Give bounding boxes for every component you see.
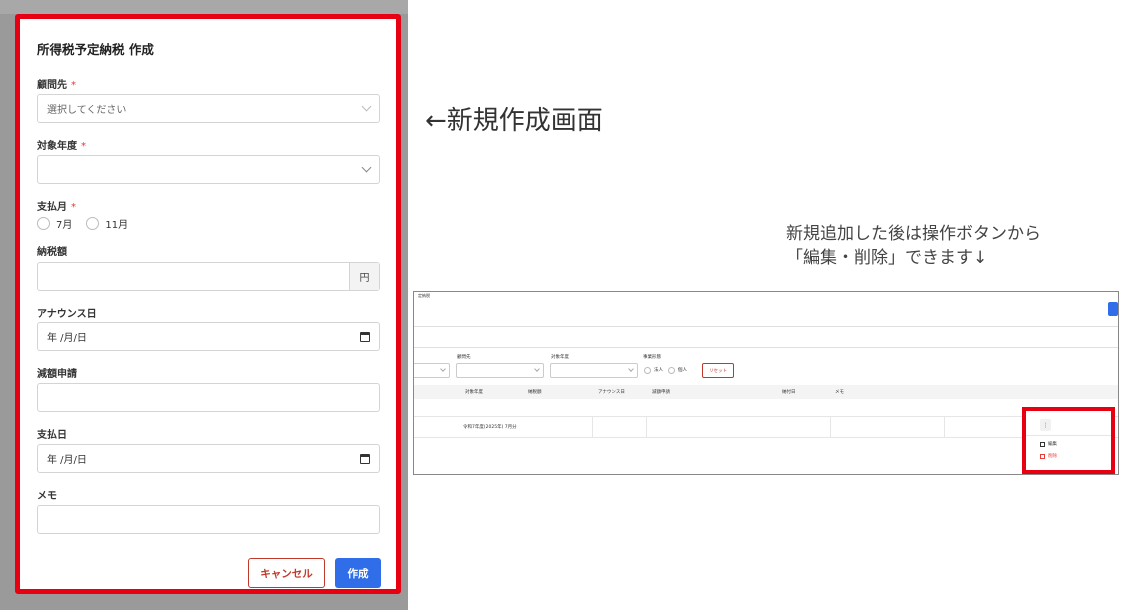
menu-edit-label: 編集: [1048, 442, 1057, 447]
client-select-placeholder: 選択してください: [47, 105, 127, 116]
filter-client-select[interactable]: [456, 363, 544, 378]
divider: [1026, 435, 1111, 436]
menu-item-edit[interactable]: 編集: [1040, 441, 1057, 447]
radio-individual-label: 個人: [678, 368, 687, 373]
reduction-label: 減額申請: [37, 369, 77, 380]
radio-july[interactable]: [37, 217, 50, 230]
col-amount: 納税額: [528, 390, 542, 395]
cell-divider: [830, 416, 831, 438]
month-radio-group: 7月 11月: [37, 216, 128, 231]
filter-client-label: 顧問先: [457, 355, 471, 360]
cell-divider: [944, 416, 945, 438]
col-announce: アナウンス日: [598, 390, 625, 395]
memo-label: メモ: [37, 491, 57, 502]
calendar-icon[interactable]: [360, 331, 370, 342]
pay-date-input[interactable]: 年 /月/日: [37, 444, 380, 473]
radio-individual[interactable]: [668, 367, 675, 374]
action-menu-highlight: ⋮ 編集 削除: [1022, 407, 1115, 474]
create-button[interactable]: 作成: [335, 558, 381, 588]
kebab-menu-button[interactable]: ⋮: [1040, 419, 1051, 431]
cancel-button[interactable]: キャンセル: [248, 558, 325, 588]
required-mark: *: [71, 202, 76, 213]
radio-november-label: 11月: [105, 220, 129, 231]
pay-date-label: 支払日: [37, 430, 67, 441]
radio-july-label: 7月: [56, 220, 73, 231]
announce-date-label: アナウンス日: [37, 309, 97, 320]
list-screenshot: 定納税 顧問先 対象年度 事業形態 法人 個人 リセット 対象年度 納税額 アナ…: [413, 291, 1119, 475]
divider: [414, 347, 1118, 348]
required-mark: *: [71, 80, 76, 91]
year-label: 対象年度 *: [37, 141, 86, 152]
chevron-down-icon: [361, 101, 372, 112]
filter-year-select[interactable]: [550, 363, 638, 378]
announce-date-input[interactable]: 年 /月/日: [37, 322, 380, 351]
reset-button[interactable]: リセット: [702, 363, 734, 378]
new-screen-caption: ←新規作成画面: [425, 106, 603, 136]
modal-backdrop: [0, 0, 408, 14]
announce-date-value: 年 /月/日: [47, 333, 87, 344]
reduction-input[interactable]: [37, 383, 380, 412]
pay-date-value: 年 /月/日: [47, 455, 87, 466]
menu-item-delete[interactable]: 削除: [1040, 453, 1057, 459]
chevron-down-icon: [440, 366, 446, 372]
divider: [414, 326, 1118, 327]
radio-corporate[interactable]: [644, 367, 651, 374]
table-header: [414, 385, 1118, 399]
list-title: 定納税: [418, 293, 430, 298]
filter-prev-select[interactable]: [414, 363, 450, 378]
month-label: 支払月 *: [37, 202, 76, 213]
col-memo: メモ: [835, 390, 844, 395]
cell-divider: [646, 416, 647, 438]
trash-icon: [1040, 453, 1045, 459]
col-reduction: 減額申請: [652, 390, 670, 395]
row-year-cell: 令和7年度(2025年) 7月分: [463, 425, 517, 430]
col-year: 対象年度: [465, 390, 483, 395]
edit-icon: [1040, 441, 1045, 447]
radio-november[interactable]: [86, 217, 100, 230]
modal-title: 所得税予定納税 作成: [37, 42, 154, 57]
amount-label: 納税額: [37, 247, 67, 258]
col-paydate: 納付日: [782, 390, 796, 395]
client-select[interactable]: 選択してください: [37, 94, 380, 123]
add-button[interactable]: [1108, 302, 1118, 316]
chevron-down-icon: [361, 162, 372, 173]
create-modal: 所得税予定納税 作成 顧問先 * 選択してください 対象年度 * 支払月 * 7月 1…: [15, 14, 401, 594]
amount-input[interactable]: 円: [37, 262, 380, 291]
menu-delete-label: 削除: [1048, 454, 1057, 459]
table-row[interactable]: [414, 416, 1118, 438]
chevron-down-icon: [534, 366, 540, 372]
filter-type-label: 事業形態: [643, 355, 661, 360]
chevron-down-icon: [628, 366, 634, 372]
filter-year-label: 対象年度: [551, 355, 569, 360]
yen-unit: 円: [349, 263, 379, 290]
radio-corporate-label: 法人: [654, 368, 663, 373]
year-select[interactable]: [37, 155, 380, 184]
calendar-icon[interactable]: [360, 453, 370, 464]
edit-delete-note: 新規追加した後は操作ボタンから 「編集・削除」できます↓: [786, 224, 1041, 268]
required-mark: *: [81, 141, 86, 152]
modal-screenshot: 所得税予定納税 作成 顧問先 * 選択してください 対象年度 * 支払月 * 7月 1…: [0, 0, 408, 610]
cell-divider: [592, 416, 593, 438]
memo-input[interactable]: [37, 505, 380, 534]
client-label: 顧問先 *: [37, 80, 76, 91]
